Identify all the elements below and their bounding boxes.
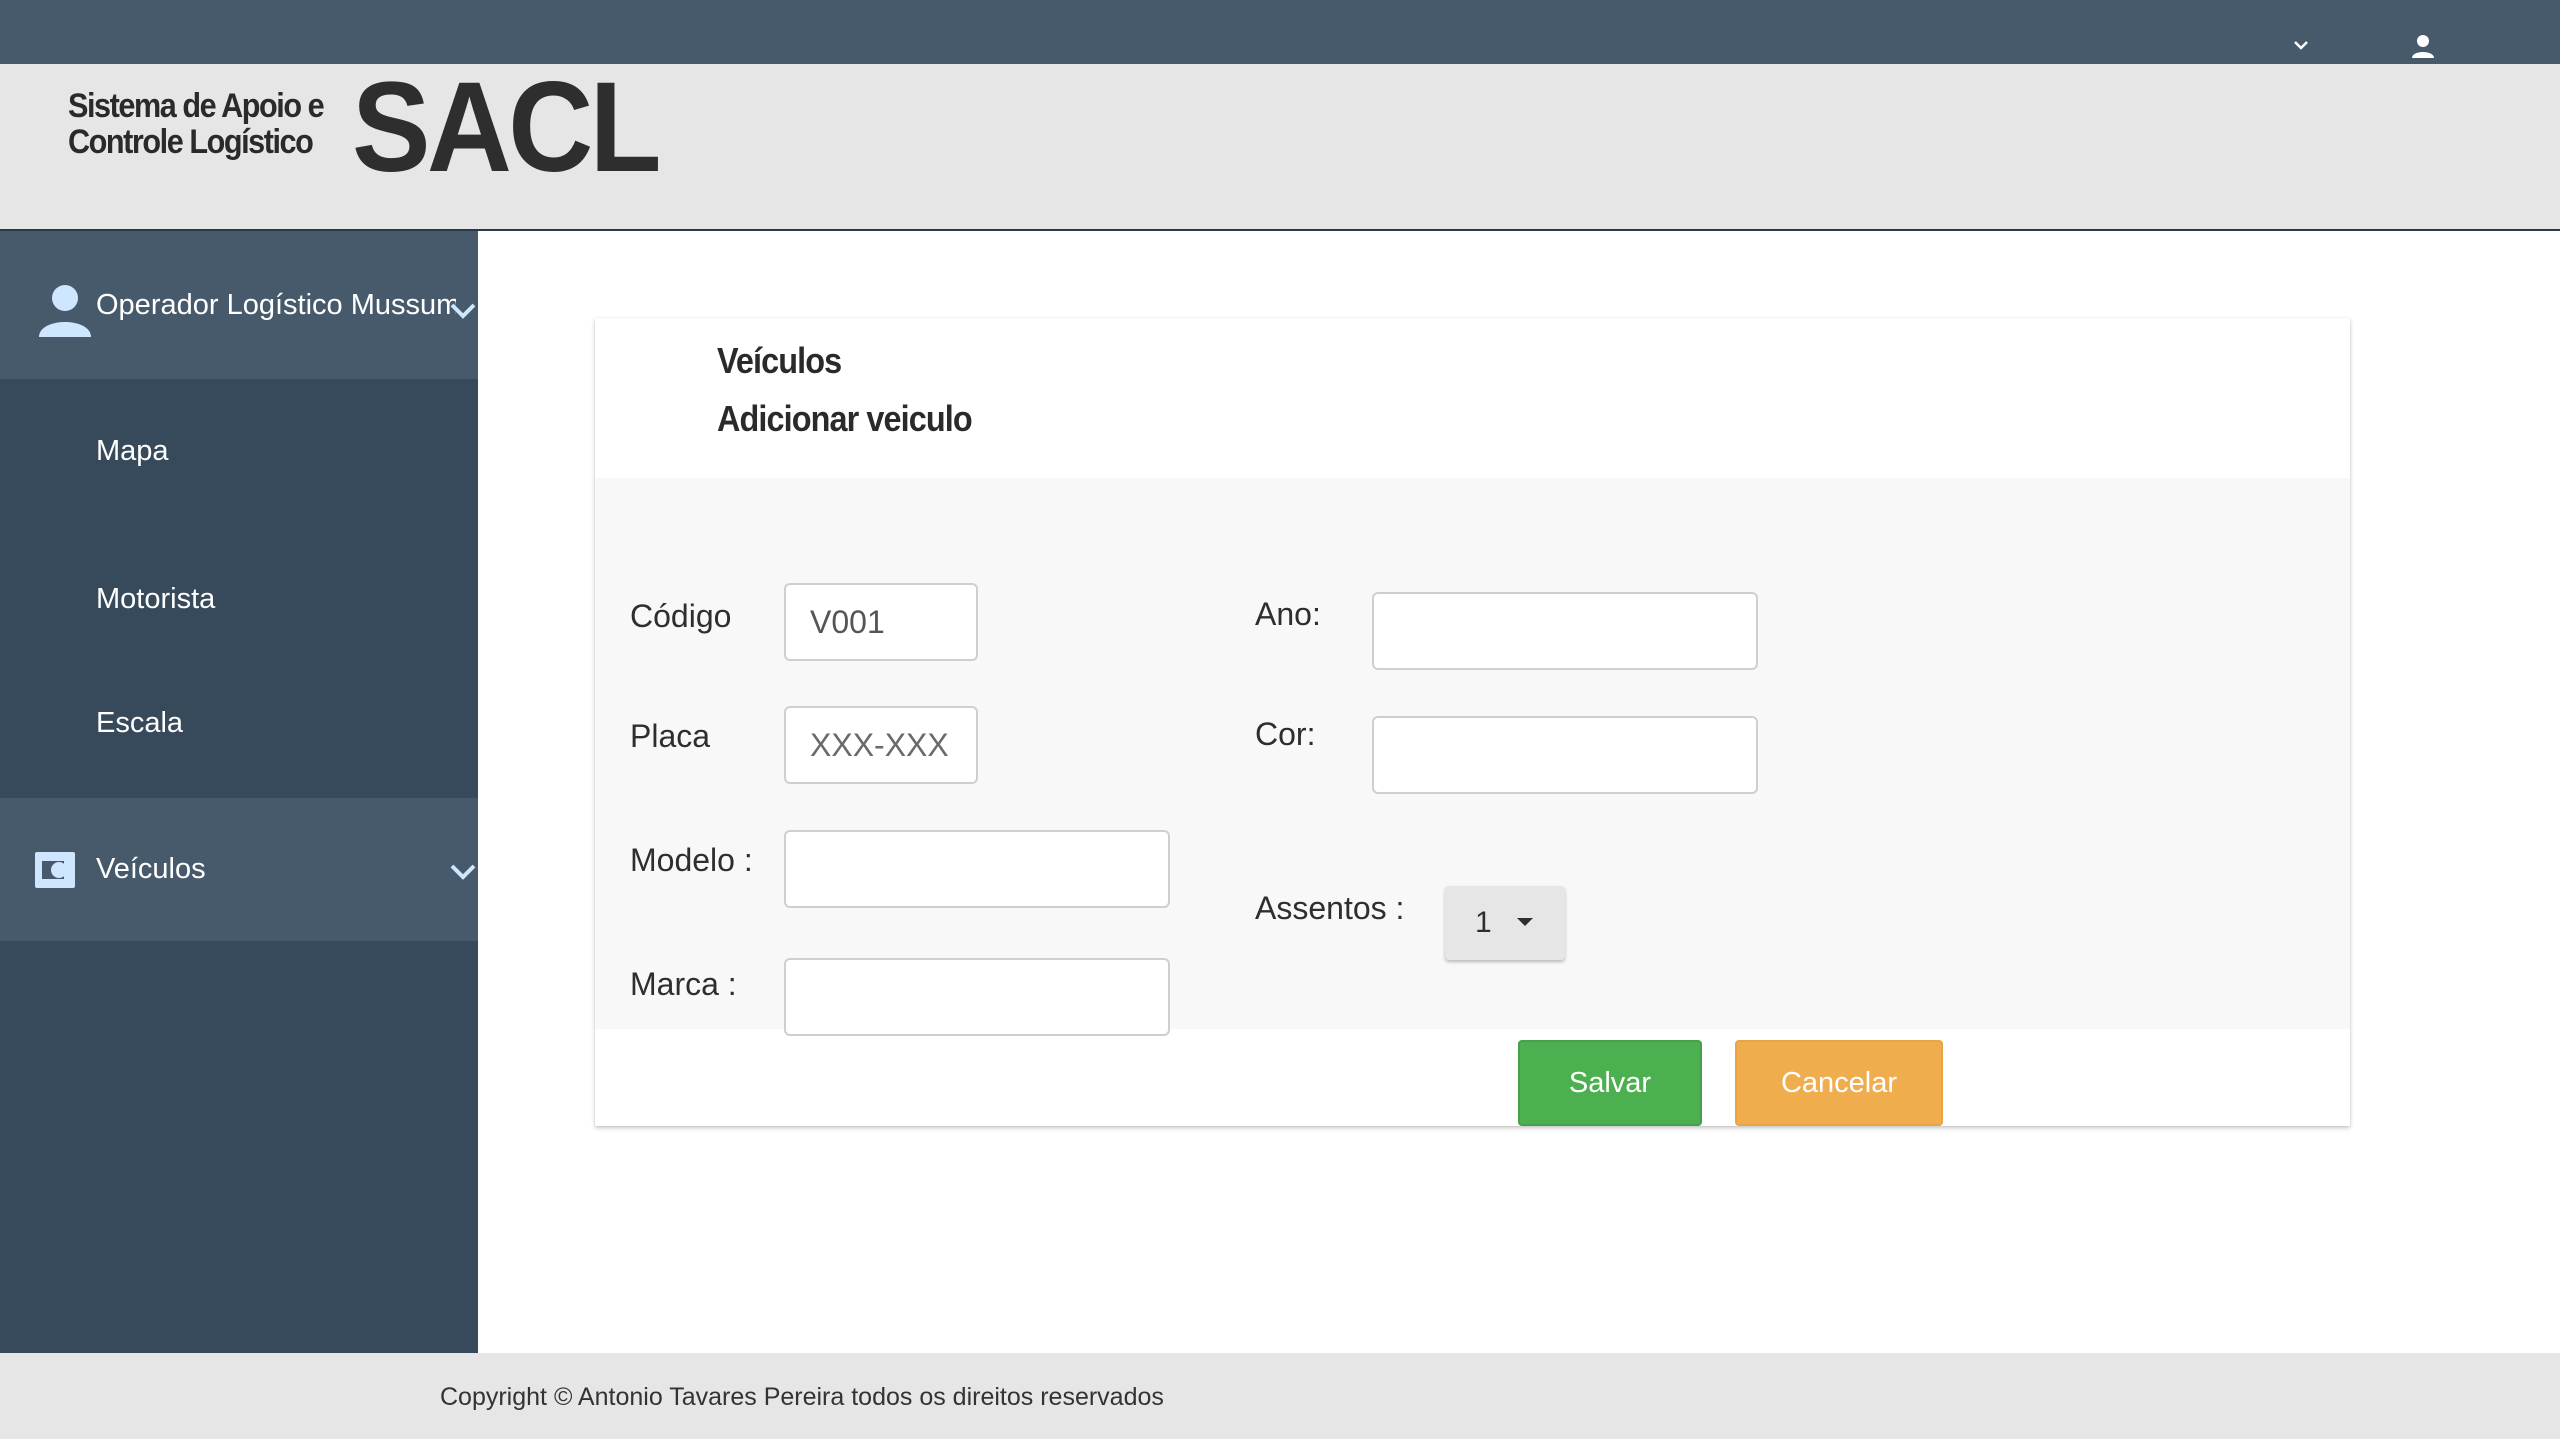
modelo-label: Modelo :	[630, 842, 753, 878]
vehicle-icon	[35, 852, 75, 888]
placa-input[interactable]	[784, 706, 978, 784]
page-title: Veículos	[717, 340, 842, 381]
assentos-label: Assentos :	[1255, 890, 1405, 926]
user-icon[interactable]	[2410, 32, 2436, 60]
sidebar-user-label: Operador Logístico Mussum	[96, 289, 456, 321]
assentos-selected-value: 1	[1475, 906, 1492, 939]
assentos-select[interactable]: 1	[1445, 886, 1565, 960]
header: Sistema de Apoio e Controle Logístico SA…	[0, 58, 2560, 231]
ano-label: Ano:	[1255, 596, 1321, 632]
sidebar-item-motorista[interactable]: Motorista	[96, 583, 215, 616]
cor-input[interactable]	[1372, 716, 1758, 794]
logo-line1: Sistema de Apoio e	[68, 87, 325, 125]
logo-text: Sistema de Apoio e Controle Logístico	[68, 87, 325, 161]
footer: Copyright © Antonio Tavares Pereira todo…	[0, 1353, 2560, 1439]
marca-input[interactable]	[784, 958, 1170, 1036]
chevron-down-icon[interactable]	[2290, 34, 2312, 56]
user-icon	[39, 285, 91, 337]
modelo-input[interactable]	[784, 830, 1170, 908]
save-button[interactable]: Salvar	[1518, 1040, 1702, 1126]
top-bar	[0, 0, 2560, 64]
sidebar-user-menu[interactable]: Operador Logístico Mussum	[0, 231, 478, 379]
marca-label: Marca :	[630, 966, 737, 1002]
ano-input[interactable]	[1372, 592, 1758, 670]
sidebar-item-veiculos[interactable]: Veículos	[0, 798, 478, 941]
sidebar: Operador Logístico Mussum Mapa Motorista…	[0, 231, 478, 1353]
form-body: Código Placa Modelo : Marca : Ano: Cor: …	[595, 478, 2350, 1036]
cancel-button[interactable]: Cancelar	[1735, 1040, 1943, 1126]
chevron-down-icon[interactable]	[448, 295, 478, 325]
logo-acronym: SACL	[352, 56, 662, 199]
caret-down-icon	[1517, 918, 1533, 926]
placa-label: Placa	[630, 718, 711, 754]
copyright-text: Copyright © Antonio Tavares Pereira todo…	[440, 1383, 1164, 1411]
vehicle-form-card: Veículos Adicionar veiculo Código Placa …	[595, 318, 2350, 1126]
logo-line2: Controle Logístico	[68, 123, 314, 161]
sidebar-item-escala[interactable]: Escala	[96, 707, 183, 740]
cor-label: Cor:	[1255, 716, 1316, 752]
page-subtitle: Adicionar veiculo	[717, 398, 973, 439]
sidebar-item-label: Veículos	[96, 853, 206, 885]
codigo-input[interactable]	[784, 583, 978, 661]
sidebar-item-mapa[interactable]: Mapa	[96, 435, 169, 468]
chevron-down-icon[interactable]	[448, 856, 478, 886]
codigo-label: Código	[630, 598, 732, 634]
